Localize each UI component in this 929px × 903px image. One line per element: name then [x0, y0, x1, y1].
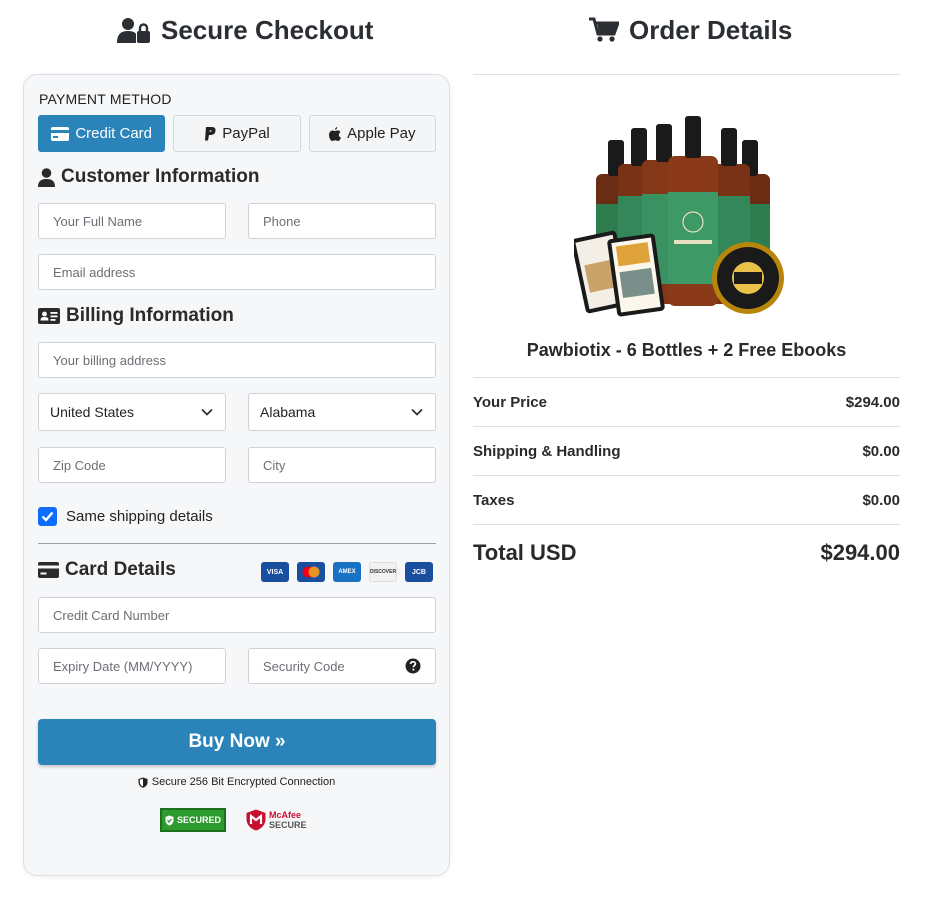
order-title: Order Details [589, 12, 792, 48]
section-divider [38, 543, 436, 544]
billing-info-heading-text: Billing Information [66, 305, 234, 326]
id-card-icon [38, 308, 60, 324]
mastercard-logo [297, 562, 325, 582]
customer-info-heading-text: Customer Information [61, 166, 260, 187]
zip-input[interactable]: Zip Code [38, 447, 226, 483]
billing-info-heading: Billing Information [38, 305, 234, 327]
question-circle-icon[interactable] [405, 658, 421, 674]
tab-credit-card-label: Credit Card [75, 125, 153, 142]
billing-address-placeholder: Your billing address [53, 352, 166, 368]
row-divider [473, 426, 900, 427]
card-logos: VISA AMEX DISCOVER JCB [261, 562, 433, 582]
total-value: $294.00 [820, 540, 900, 565]
secure-connection-text: Secure 256 Bit Encrypted Connection [151, 776, 336, 788]
tab-apple-pay-label: Apple Pay [347, 125, 416, 142]
email-input[interactable]: Email address [38, 254, 436, 290]
mcafee-shield-icon [246, 809, 266, 831]
same-shipping-checkbox[interactable] [38, 507, 57, 526]
chevron-down-icon [201, 408, 213, 416]
billing-address-input[interactable]: Your billing address [38, 342, 436, 378]
row-divider [473, 475, 900, 476]
card-details-heading-text: Card Details [65, 559, 176, 580]
state-select[interactable]: Alabama [248, 393, 436, 431]
trust-badges: SECURED McAfee SECURE [160, 808, 307, 832]
expiry-placeholder: Expiry Date (MM/YYYY) [53, 658, 193, 674]
trustedsite-badge: SECURED [160, 808, 226, 832]
tab-apple-pay[interactable]: Apple Pay [308, 115, 436, 152]
secure-connection-note: Secure 256 Bit Encrypted Connection [24, 776, 449, 788]
customer-info-heading: Customer Information [38, 166, 259, 188]
your-price-value: $294.00 [845, 394, 900, 411]
discover-logo: DISCOVER [369, 562, 397, 582]
full-name-input[interactable]: Your Full Name [38, 203, 226, 239]
buy-now-button[interactable]: Buy Now » [38, 719, 436, 765]
country-value: United States [50, 404, 135, 420]
security-code-input[interactable]: Security Code [248, 648, 436, 684]
checkout-title-text: Secure Checkout [161, 14, 374, 45]
mcafee-badge-secure: SECURE [269, 820, 307, 830]
tab-paypal[interactable]: PayPal [173, 115, 301, 152]
your-price-label: Your Price [473, 394, 547, 411]
security-code-placeholder: Security Code [263, 658, 345, 674]
check-shield-icon [165, 815, 174, 825]
checkout-title: Secure Checkout [117, 12, 373, 48]
user-lock-icon [117, 17, 151, 43]
tab-paypal-label: PayPal [222, 125, 270, 142]
credit-card-icon [38, 562, 59, 578]
chevron-down-icon [411, 408, 423, 416]
shield-icon [138, 777, 148, 788]
credit-card-icon [51, 126, 70, 141]
amex-logo: AMEX [333, 562, 361, 582]
row-divider [473, 377, 900, 378]
phone-input[interactable]: Phone [248, 203, 436, 239]
zip-placeholder: Zip Code [53, 457, 106, 473]
shopping-cart-icon [589, 17, 619, 43]
user-icon [38, 167, 55, 187]
row-divider [473, 524, 900, 525]
phone-placeholder: Phone [263, 213, 301, 229]
mcafee-badge-name: McAfee [269, 810, 302, 820]
card-number-placeholder: Credit Card Number [53, 607, 170, 623]
taxes-value: $0.00 [862, 492, 900, 509]
country-select[interactable]: United States [38, 393, 226, 431]
city-placeholder: City [263, 457, 286, 473]
payment-tabs: Credit Card PayPal Apple Pay [38, 115, 436, 152]
checkout-card: PAYMENT METHOD Credit Card PayPal Apple … [23, 74, 450, 876]
same-shipping-row: Same shipping details [38, 507, 213, 526]
checkmark-icon [41, 511, 54, 522]
trustedsite-badge-text: SECURED [176, 815, 221, 825]
full-name-placeholder: Your Full Name [53, 213, 143, 229]
order-title-text: Order Details [629, 14, 793, 45]
city-input[interactable]: City [248, 447, 436, 483]
email-placeholder: Email address [53, 264, 136, 280]
payment-method-label: PAYMENT METHOD [39, 91, 172, 107]
card-number-input[interactable]: Credit Card Number [38, 597, 436, 633]
paypal-icon [204, 126, 216, 141]
state-value: Alabama [260, 404, 316, 420]
same-shipping-label: Same shipping details [66, 508, 213, 525]
shipping-value: $0.00 [862, 443, 900, 460]
expiry-input[interactable]: Expiry Date (MM/YYYY) [38, 648, 226, 684]
visa-logo: VISA [261, 562, 289, 582]
taxes-label: Taxes [473, 492, 515, 509]
shipping-label: Shipping & Handling [473, 443, 621, 460]
total-label: Total USD [473, 540, 577, 565]
apple-icon [329, 126, 342, 141]
mcafee-badge: McAfee SECURE [246, 809, 307, 831]
order-top-divider [473, 74, 900, 75]
product-image [571, 112, 786, 318]
product-name: Pawbiotix - 6 Bottles + 2 Free Ebooks [526, 340, 847, 360]
card-details-heading: Card Details [38, 559, 176, 581]
tab-credit-card[interactable]: Credit Card [38, 115, 166, 152]
jcb-logo: JCB [405, 562, 433, 582]
